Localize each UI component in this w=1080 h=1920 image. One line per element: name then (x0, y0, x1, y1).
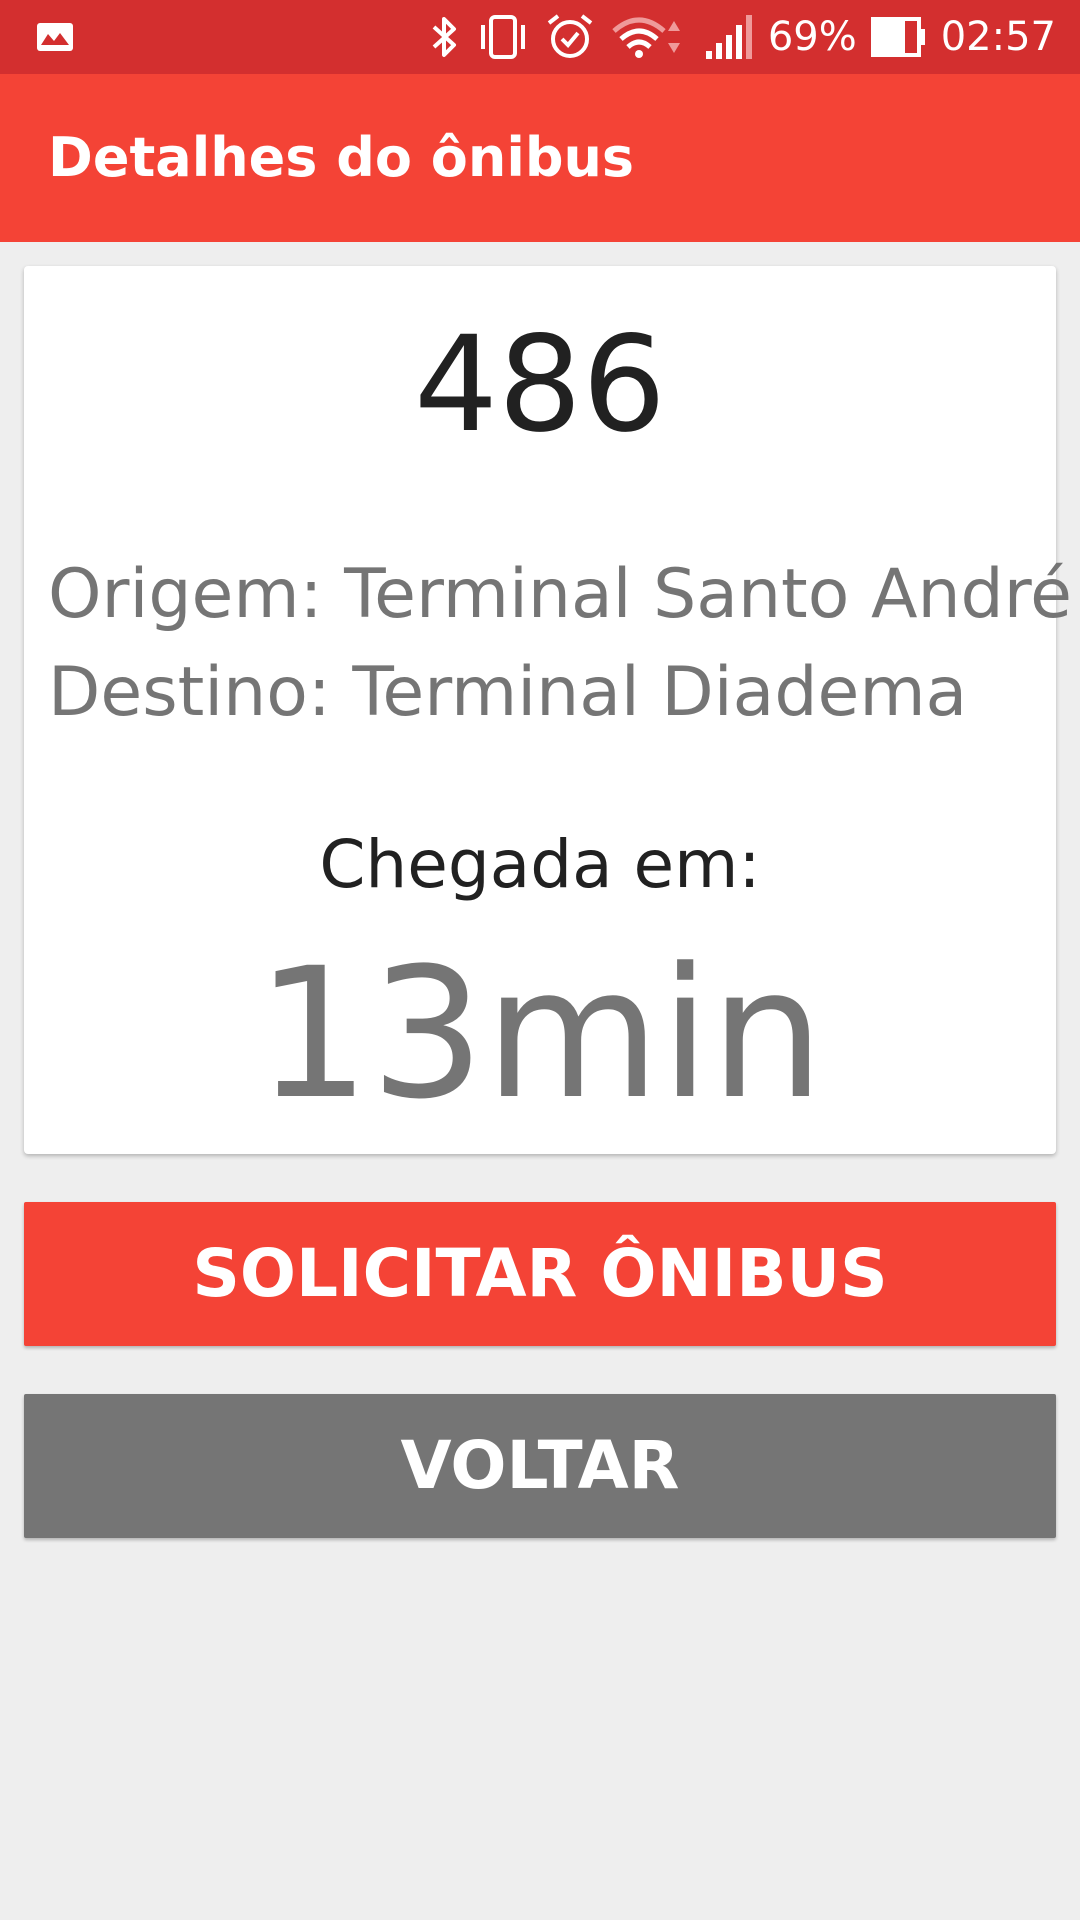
wifi-icon (612, 17, 680, 58)
app-bar: Detalhes do ônibus (0, 74, 1080, 242)
request-bus-button[interactable]: SOLICITAR ÔNIBUS (24, 1202, 1056, 1346)
back-button[interactable]: VOLTAR (24, 1394, 1056, 1538)
origin-text: Origem: Terminal Santo André (48, 555, 1073, 634)
status-bar: 69% 02:57 (0, 0, 1080, 74)
vibrate-icon (480, 15, 525, 59)
bus-number: 486 (414, 308, 666, 462)
arrival-label: Chegada em: (319, 826, 761, 903)
battery-icon (870, 17, 925, 57)
clock: 02:57 (940, 14, 1056, 60)
image-notification-icon (37, 23, 73, 51)
alarm-icon (547, 14, 593, 58)
bluetooth-icon (432, 17, 456, 57)
battery-percent: 69% (767, 14, 857, 60)
status-icons: 69% 02:57 (428, 0, 1056, 74)
destination-text: Destino: Terminal Diadema (48, 653, 968, 732)
page-title: Detalhes do ônibus (48, 126, 635, 189)
arrival-time: 13min (255, 930, 825, 1139)
signal-icon (705, 15, 752, 59)
